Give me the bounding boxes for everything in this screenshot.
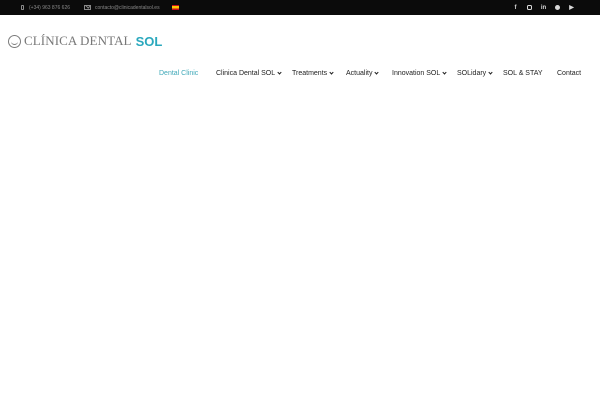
pinterest-icon[interactable] <box>555 5 560 10</box>
phone-number[interactable]: (+34) 963 876 626 <box>29 5 70 11</box>
nav-dental-clinic[interactable]: Dental Clinic <box>159 70 198 77</box>
chevron-down-icon <box>329 70 334 75</box>
facebook-icon[interactable]: f <box>512 5 519 11</box>
nav-label: Contact <box>557 70 582 77</box>
nav-label: Innovation SOL <box>392 70 441 77</box>
nav-treatments[interactable]: Treatments <box>292 70 334 77</box>
site-header: CLÍNICA DENTAL SOL Dental Clinic Clinica… <box>0 15 600 95</box>
contact-info: (+34) 963 876 626 contacto@clinicadental… <box>21 5 179 11</box>
email-address[interactable]: contacto@clinicadentalsol.es <box>95 5 160 11</box>
site-logo[interactable]: CLÍNICA DENTAL SOL <box>8 33 162 49</box>
top-bar: (+34) 963 876 626 contacto@clinicadental… <box>0 0 600 15</box>
nav-sol-and-stay[interactable]: SOL & STAY <box>503 70 543 77</box>
logo-text: CLÍNICA DENTAL <box>24 33 132 48</box>
mail-icon <box>84 5 92 10</box>
chevron-down-icon <box>374 70 380 75</box>
instagram-icon[interactable] <box>527 5 532 10</box>
youtube-icon[interactable]: ▶ <box>568 4 575 11</box>
nav-label: Clinica Dental SOL <box>216 70 276 77</box>
nav-clinica-dental-sol[interactable]: Clinica Dental SOL <box>216 70 282 77</box>
chevron-down-icon <box>488 70 493 75</box>
nav-innovation-sol[interactable]: Innovation SOL <box>392 70 447 77</box>
nav-label: Treatments <box>292 70 328 77</box>
logo-mark-icon <box>8 34 21 48</box>
main-nav: Dental Clinic Clinica Dental SOL Treatme… <box>0 70 600 82</box>
spanish-flag-icon[interactable] <box>171 5 179 10</box>
nav-label: Actuality <box>346 70 373 77</box>
chevron-down-icon <box>442 70 447 75</box>
nav-solidary[interactable]: SOLidary <box>457 70 493 77</box>
linkedin-icon[interactable]: in <box>540 5 547 11</box>
social-links: f in ▶ <box>512 0 575 15</box>
phone-icon <box>21 5 24 10</box>
logo-accent: SOL <box>135 33 163 49</box>
chevron-down-icon <box>277 70 282 75</box>
nav-label: Dental Clinic <box>159 70 199 77</box>
nav-label: SOLidary <box>457 70 487 77</box>
nav-label: SOL & STAY <box>503 70 543 77</box>
nav-actuality[interactable]: Actuality <box>346 70 380 77</box>
nav-contact[interactable]: Contact <box>557 70 581 77</box>
